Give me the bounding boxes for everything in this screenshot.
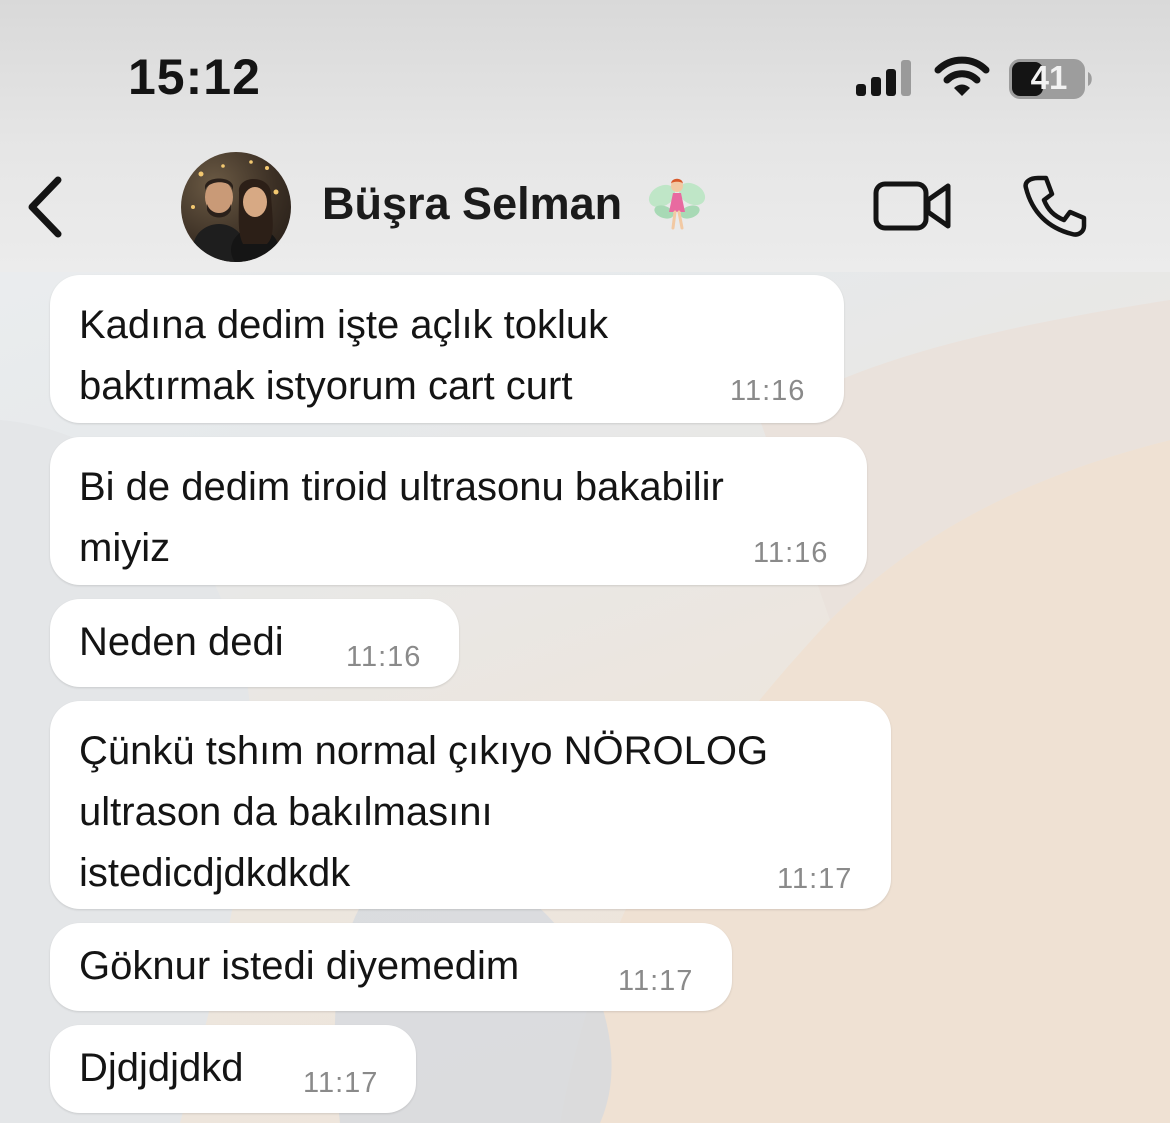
message-timestamp: 11:16 — [753, 537, 829, 569]
contact-avatar[interactable] — [181, 152, 291, 262]
message-timestamp: 11:16 — [730, 375, 806, 407]
message-bubble[interactable]: Göknur istedi diyemedim 11:17 — [50, 923, 732, 1011]
fairy-icon — [648, 178, 706, 230]
message-bubble[interactable]: Bi de dedim tiroid ultrasonu bakabilir m… — [50, 437, 867, 585]
phone-call-icon[interactable] — [1022, 174, 1088, 238]
message-bubble[interactable]: Neden dedi 11:16 — [50, 599, 459, 687]
message-timestamp: 11:16 — [346, 641, 422, 673]
battery-level: 41 — [1030, 59, 1068, 96]
message-text: Neden dedi — [79, 620, 284, 664]
status-time: 15:12 — [128, 49, 261, 105]
message-text: Göknur istedi diyemedim — [79, 944, 520, 988]
back-chevron-icon[interactable] — [20, 172, 72, 242]
wifi-icon — [934, 56, 990, 96]
message-timestamp: 11:17 — [618, 965, 694, 997]
contact-name[interactable]: Büşra Selman — [322, 178, 622, 230]
message-text: Djdjdjdkd — [79, 1046, 244, 1090]
top-bar: 15:12 41 Büşra Selman — [0, 0, 1170, 272]
message-text: Çünkü tshım normal çıkıyo NÖROLOG ultras… — [79, 729, 769, 895]
message-bubble[interactable]: Çünkü tshım normal çıkıyo NÖROLOG ultras… — [50, 701, 891, 909]
cellular-signal-icon — [856, 60, 911, 96]
message-timestamp: 11:17 — [777, 863, 853, 895]
message-bubble[interactable]: Kadına dedim işte açlık tokluk baktırmak… — [50, 275, 844, 423]
video-call-icon[interactable] — [872, 178, 954, 234]
message-bubble[interactable]: Djdjdjdkd 11:17 — [50, 1025, 416, 1113]
message-text: Bi de dedim tiroid ultrasonu bakabilir m… — [79, 465, 724, 570]
message-text: Kadına dedim işte açlık tokluk baktırmak… — [79, 303, 609, 408]
message-timestamp: 11:17 — [303, 1067, 379, 1099]
